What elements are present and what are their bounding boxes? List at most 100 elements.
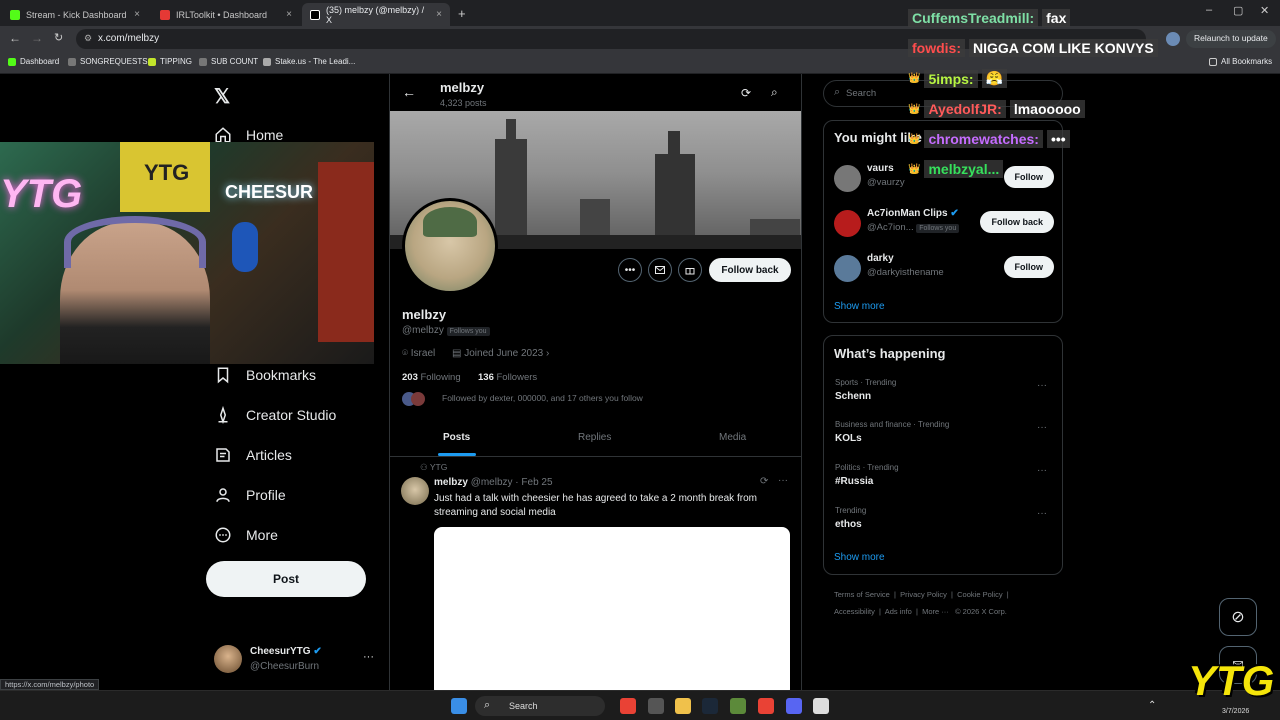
site-info-icon[interactable]: ⚙ <box>84 33 92 44</box>
you-might-like-card: You might like vaurs @vaurzy Follow Ac7i… <box>823 120 1063 323</box>
x-logo-icon[interactable]: 𝕏 <box>214 84 230 109</box>
post-button[interactable]: Post <box>206 561 366 597</box>
plush-toy-shape <box>232 222 258 272</box>
forward-icon[interactable]: → <box>31 31 43 45</box>
bookmark-dashboard[interactable]: Dashboard <box>8 57 59 66</box>
grok-post-icon[interactable]: ⟳ <box>760 476 768 487</box>
post-avatar[interactable] <box>401 477 429 505</box>
followers-stat[interactable]: 136 Followers <box>478 372 537 383</box>
bookmark-sub-count[interactable]: SUB COUNT <box>199 57 258 66</box>
community-label[interactable]: ⚇ YTG <box>420 462 447 473</box>
app-icon[interactable] <box>730 698 746 714</box>
show-more-link[interactable]: Show more <box>834 552 885 563</box>
trend-item[interactable]: Business and finance · Trending KOLs ··· <box>835 420 1053 456</box>
trend-more-icon[interactable]: ··· <box>1037 422 1047 433</box>
nav-bookmarks[interactable]: Bookmarks <box>214 366 316 384</box>
follow-back-button[interactable]: Follow back <box>709 258 791 282</box>
articles-icon <box>216 448 230 462</box>
tab-irltoolkit[interactable]: IRLToolkit • Dashboard × <box>152 3 300 26</box>
following-stat[interactable]: 203 Following <box>402 372 461 383</box>
more-dots-icon: ••• <box>624 264 636 276</box>
account-handle: @CheesurBurn <box>250 661 320 672</box>
taskbar-search[interactable]: ⌕ Search <box>475 696 605 716</box>
post-more-icon[interactable]: ··· <box>778 475 788 486</box>
search-icon[interactable]: ⌕ <box>771 85 778 100</box>
bookmark-stake[interactable]: Stake.us - The Leadi... <box>263 57 355 66</box>
nav-articles[interactable]: Articles <box>214 446 292 464</box>
trend-more-icon[interactable]: ··· <box>1037 465 1047 476</box>
footer-link[interactable]: Accessibility <box>834 607 875 616</box>
trend-item[interactable]: Politics · Trending #Russia ··· <box>835 463 1053 499</box>
back-arrow-icon[interactable]: ← <box>402 84 416 100</box>
windows-start-icon[interactable] <box>451 698 467 714</box>
footer-link[interactable]: Cookie Policy <box>957 590 1002 599</box>
suggestion-avatar <box>834 255 861 282</box>
nav-creator-studio[interactable]: Creator Studio <box>214 406 336 424</box>
irltoolkit-icon <box>160 9 170 20</box>
relaunch-button[interactable]: Relaunch to update <box>1186 30 1276 48</box>
close-tab-icon[interactable]: × <box>286 9 292 20</box>
trend-item[interactable]: Sports · Trending Schenn ··· <box>835 378 1053 414</box>
account-menu-icon[interactable]: ··· <box>363 651 374 663</box>
footer-link[interactable]: Privacy Policy <box>900 590 947 599</box>
profile-avatar[interactable] <box>402 198 498 294</box>
steam-icon[interactable] <box>702 698 718 714</box>
followed-by-avatars <box>402 392 430 406</box>
nav-profile[interactable]: Profile <box>214 486 286 504</box>
trend-item[interactable]: Trending ethos ··· <box>835 506 1053 542</box>
grok-floating-button[interactable]: ⊘ <box>1219 598 1257 636</box>
chrome-icon[interactable] <box>620 698 636 714</box>
subscribe-button[interactable] <box>678 258 702 282</box>
post-media[interactable] <box>434 527 790 690</box>
app-icon[interactable] <box>813 698 829 714</box>
grok-icon[interactable]: ⟳ <box>741 86 751 100</box>
chat-message: 👑 AyedolfJR: lmaooooo <box>908 100 1085 118</box>
tab-kick-dashboard[interactable]: Stream - Kick Dashboard × <box>2 3 148 26</box>
tab-replies[interactable]: Replies <box>578 432 611 443</box>
close-tab-icon[interactable]: × <box>134 9 140 20</box>
app-icon[interactable] <box>648 698 664 714</box>
account-avatar[interactable] <box>214 645 242 673</box>
link-status-bar: https://x.com/melbzy/photo <box>0 679 100 690</box>
divider <box>390 456 801 457</box>
maximize-icon[interactable]: ▢ <box>1233 4 1243 17</box>
new-tab-icon[interactable]: + <box>458 6 466 21</box>
all-bookmarks[interactable]: All Bookmarks <box>1209 57 1272 66</box>
folder-icon <box>1209 57 1217 66</box>
more-options-button[interactable]: ••• <box>618 258 642 282</box>
browser-tab-bar: Stream - Kick Dashboard × IRLToolkit • D… <box>0 0 1280 26</box>
show-more-link[interactable]: Show more <box>834 301 885 312</box>
nav-more[interactable]: More <box>214 526 278 544</box>
file-explorer-icon[interactable] <box>675 698 691 714</box>
followed-by-text[interactable]: Followed by dexter, 000000, and 17 other… <box>442 393 643 403</box>
profile-avatar-icon[interactable] <box>1166 32 1180 46</box>
profile-handle-row: @melbzy Follows you <box>402 325 490 336</box>
suggestion-row[interactable]: Ac7ionMan Clips ✔ @Ac7ion... Follows you… <box>834 208 1054 244</box>
bookmark-songrequests[interactable]: SONGREQUESTS <box>68 57 148 66</box>
tray-chevron-icon[interactable]: ⌃ <box>1148 700 1156 711</box>
follow-back-button[interactable]: Follow back <box>980 211 1054 233</box>
suggestion-row[interactable]: darky @darkyisthename Follow <box>834 253 1054 289</box>
back-icon[interactable]: ← <box>9 31 21 45</box>
close-tab-icon[interactable]: × <box>436 9 442 20</box>
discord-icon[interactable] <box>786 698 802 714</box>
follow-button[interactable]: Follow <box>1003 256 1054 278</box>
reload-icon[interactable]: ↻ <box>54 31 63 44</box>
bookmark-tipping[interactable]: TIPPING <box>148 57 192 66</box>
footer-link[interactable]: More ··· <box>922 607 949 616</box>
trend-more-icon[interactable]: ··· <box>1037 508 1047 519</box>
creator-studio-icon <box>218 406 228 424</box>
follow-button[interactable]: Follow <box>1003 166 1054 188</box>
profile-name: melbzy <box>402 307 447 322</box>
tab-media[interactable]: Media <box>719 432 746 443</box>
tab-x-melbzy[interactable]: (35) melbzy (@melbzy) / X × <box>302 3 450 26</box>
tab-posts[interactable]: Posts <box>443 432 470 443</box>
trend-more-icon[interactable]: ··· <box>1037 380 1047 391</box>
footer-link[interactable]: Ads info <box>885 607 912 616</box>
verified-badge-icon: ✔ <box>950 208 959 219</box>
minimize-icon[interactable]: – <box>1206 4 1212 16</box>
close-window-icon[interactable]: ✕ <box>1260 4 1269 17</box>
chrome-icon[interactable] <box>758 698 774 714</box>
message-button[interactable] <box>648 258 672 282</box>
footer-link[interactable]: Terms of Service <box>834 590 890 599</box>
